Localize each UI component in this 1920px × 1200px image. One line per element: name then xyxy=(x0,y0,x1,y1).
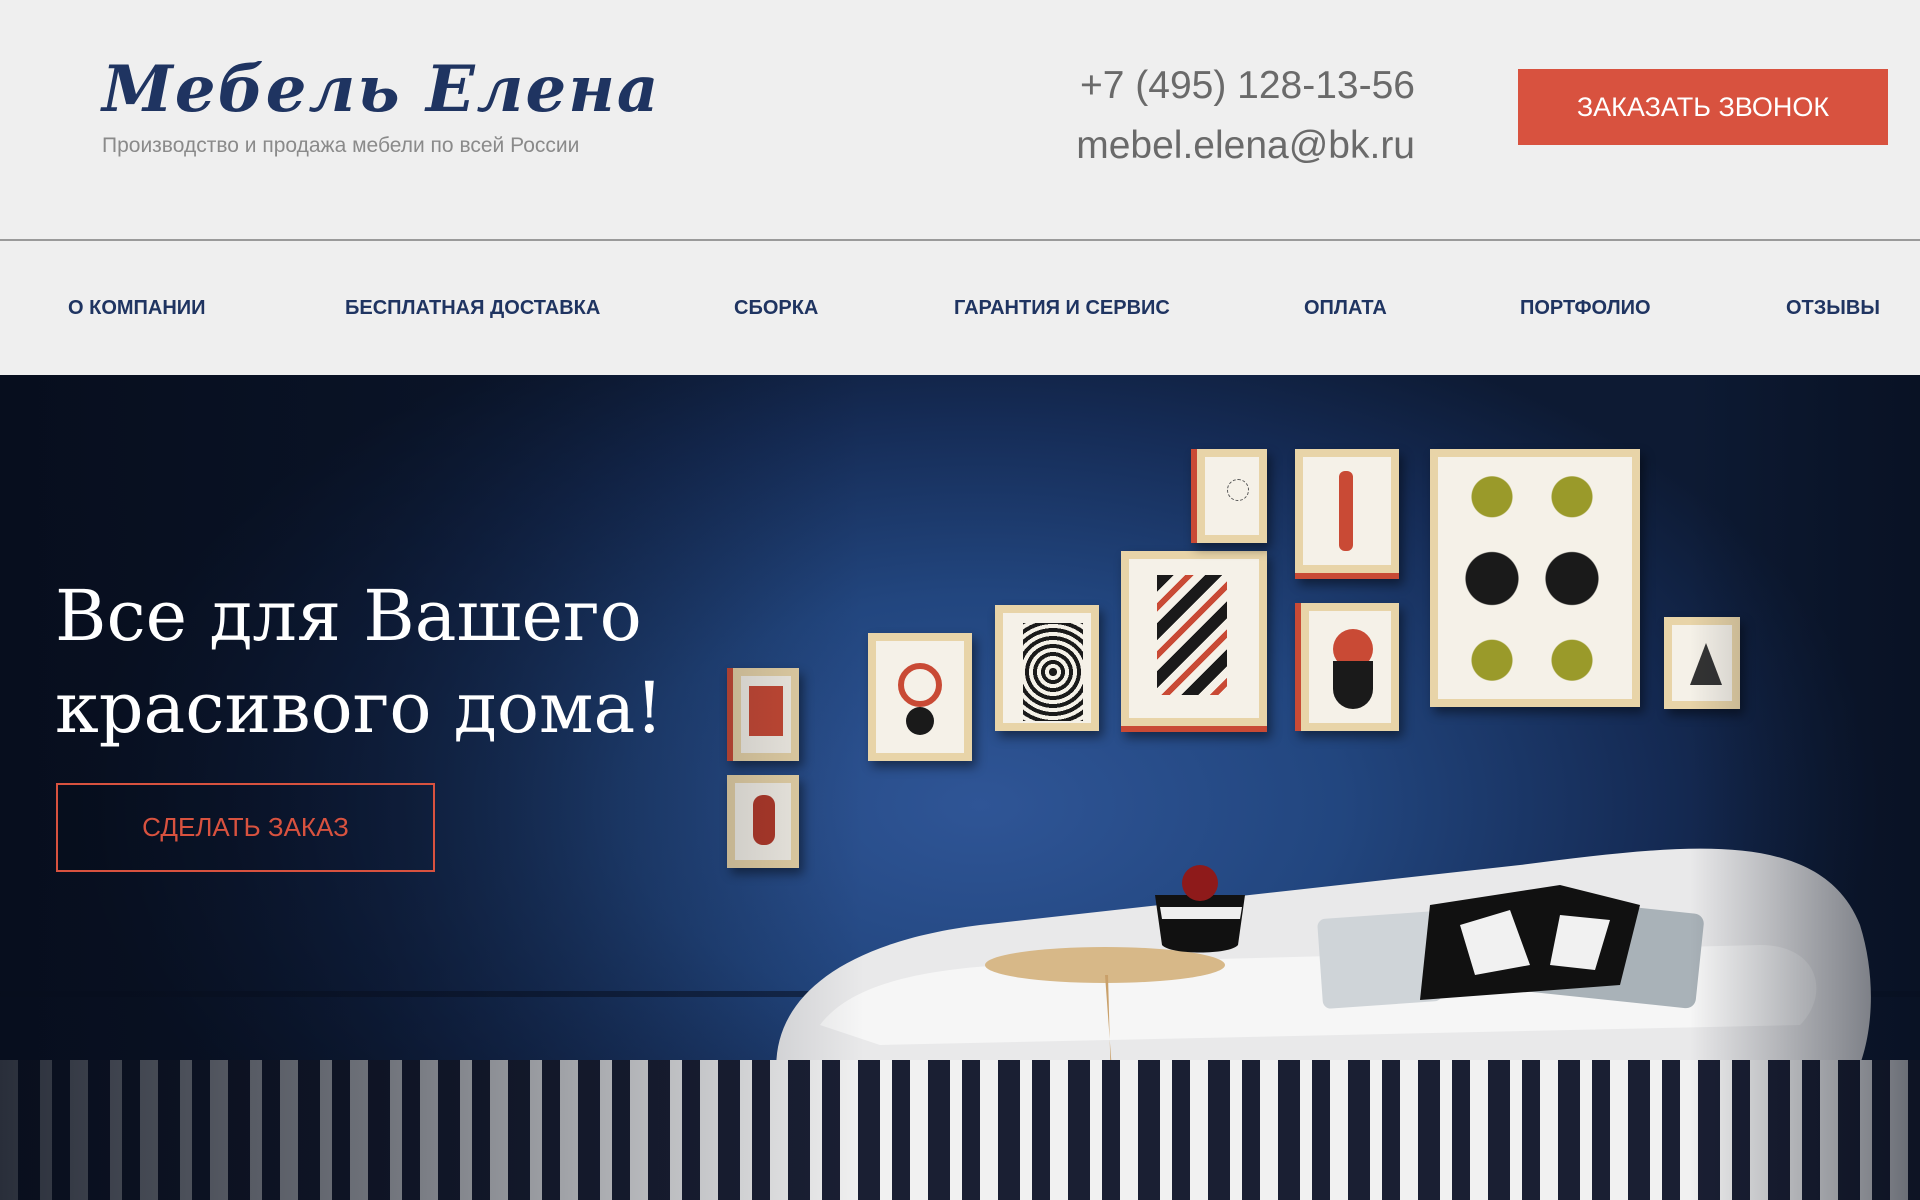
nav-item-about[interactable]: О КОМПАНИИ xyxy=(68,297,206,320)
logo-subtitle: Производство и продажа мебели по всей Ро… xyxy=(102,134,580,157)
nav-item-portfolio[interactable]: ПОРТФОЛИО xyxy=(1520,297,1651,320)
contacts: +7 (495) 128-13-56 mebel.elena@bk.ru xyxy=(1076,56,1415,176)
hero-banner: Все для Вашего красивого дома! СДЕЛАТЬ З… xyxy=(0,375,1920,1200)
hero-title: Все для Вашего красивого дома! xyxy=(55,570,663,754)
email-link[interactable]: mebel.elena@bk.ru xyxy=(1076,116,1415,176)
order-button[interactable]: СДЕЛАТЬ ЗАКАЗ xyxy=(56,783,435,872)
main-nav: О КОМПАНИИ БЕСПЛАТНАЯ ДОСТАВКА СБОРКА ГА… xyxy=(0,243,1920,375)
logo[interactable]: Мебель Елена Производство и продажа мебе… xyxy=(102,58,660,158)
hero-title-line2: красивого дома! xyxy=(55,667,664,749)
nav-item-assembly[interactable]: СБОРКА xyxy=(734,297,818,320)
site-header: Мебель Елена Производство и продажа мебе… xyxy=(0,0,1920,241)
nav-item-reviews[interactable]: ОТЗЫВЫ xyxy=(1786,297,1880,320)
nav-item-delivery[interactable]: БЕСПЛАТНАЯ ДОСТАВКА xyxy=(345,297,600,320)
request-call-button[interactable]: ЗАКАЗАТЬ ЗВОНОК xyxy=(1518,69,1888,145)
nav-item-payment[interactable]: ОПЛАТА xyxy=(1304,297,1387,320)
logo-title: Мебель Елена xyxy=(102,52,661,127)
nav-item-warranty[interactable]: ГАРАНТИЯ И СЕРВИС xyxy=(954,297,1170,320)
phone-link[interactable]: +7 (495) 128-13-56 xyxy=(1076,56,1415,116)
hero-title-line1: Все для Вашего xyxy=(55,575,642,657)
